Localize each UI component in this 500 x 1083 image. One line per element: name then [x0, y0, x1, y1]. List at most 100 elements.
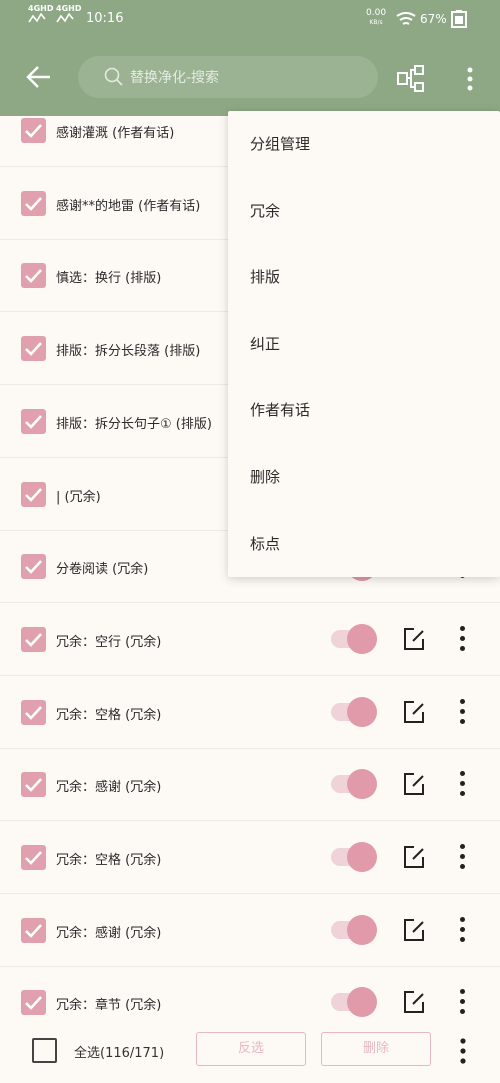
- rule-label: 冗余：空格 (冗余): [56, 707, 162, 723]
- more-dot-icon: [460, 791, 465, 797]
- more-dot-icon: [460, 635, 465, 641]
- edit-rule-button[interactable]: [402, 700, 426, 724]
- check-icon: [25, 923, 42, 938]
- select-all-checkbox[interactable]: [32, 1038, 57, 1063]
- rule-enable-toggle[interactable]: [331, 842, 377, 872]
- more-dot-icon: [460, 854, 465, 859]
- signal-label-2: 4GHD: [56, 4, 82, 13]
- search-box[interactable]: [78, 56, 378, 100]
- back-button[interactable]: [22, 60, 56, 94]
- edit-rule-button[interactable]: [402, 627, 426, 651]
- more-dot-icon: [460, 645, 465, 651]
- group-dropdown-menu: 分组管理冗余排版纠正作者有话删除标点: [228, 111, 500, 577]
- edit-rule-button[interactable]: [402, 918, 426, 942]
- rule-row[interactable]: 冗余：空行 (冗余): [0, 603, 500, 676]
- edit-icon: [404, 991, 424, 1014]
- signal-label-1: 4GHD: [28, 4, 54, 13]
- rule-checkbox[interactable]: [21, 917, 46, 943]
- rule-checkbox[interactable]: [21, 772, 46, 798]
- invert-selection-button[interactable]: 反选: [196, 1032, 306, 1066]
- menu-item[interactable]: 标点: [228, 511, 500, 577]
- rule-checkbox[interactable]: [21, 481, 46, 507]
- rule-checkbox[interactable]: [21, 263, 46, 289]
- rule-row[interactable]: 冗余：空格 (冗余): [0, 821, 500, 894]
- rule-checkbox[interactable]: [21, 408, 46, 434]
- menu-item-label: 删除: [250, 468, 281, 486]
- more-menu-button[interactable]: [460, 66, 480, 92]
- check-icon: [25, 778, 42, 793]
- check-icon: [25, 487, 42, 502]
- signal-indicator-1: 4GHD: [28, 4, 53, 25]
- menu-item-label: 分组管理: [250, 135, 311, 153]
- more-dot-icon: [460, 708, 465, 714]
- select-all-label: 全选(116/171): [74, 1046, 165, 1061]
- rule-more-button[interactable]: [457, 698, 469, 725]
- rule-label: 冗余：感谢 (冗余): [56, 925, 162, 941]
- check-icon: [25, 633, 42, 647]
- rule-checkbox[interactable]: [21, 845, 46, 870]
- more-vertical-icon: [467, 67, 473, 91]
- rule-row[interactable]: 冗余：空格 (冗余): [0, 676, 500, 749]
- rule-enable-toggle[interactable]: [331, 914, 377, 945]
- more-dot-icon: [460, 916, 465, 922]
- delete-selected-button[interactable]: 删除: [321, 1032, 431, 1066]
- edit-icon: [404, 627, 424, 650]
- check-icon: [25, 269, 42, 284]
- net-speed-value: 0.00: [366, 8, 387, 18]
- more-dot-icon: [460, 999, 465, 1005]
- check-icon: [25, 560, 42, 575]
- rule-checkbox[interactable]: [21, 990, 46, 1016]
- rule-checkbox[interactable]: [21, 699, 46, 725]
- more-dot-icon: [460, 718, 465, 724]
- rule-label: 排版：拆分长段落 (排版): [56, 344, 201, 360]
- search-icon: [104, 67, 123, 86]
- rule-checkbox[interactable]: [21, 554, 46, 580]
- status-time: 10:16: [86, 11, 124, 26]
- battery-percent: 67%: [420, 12, 447, 26]
- menu-item[interactable]: 作者有话: [228, 377, 500, 443]
- rule-more-button[interactable]: [457, 771, 469, 797]
- edit-rule-button[interactable]: [402, 845, 426, 869]
- rule-row[interactable]: 冗余：感谢 (冗余): [0, 748, 500, 822]
- rule-label: 排版：拆分长句子① (排版): [56, 416, 212, 432]
- signal-icon: [28, 12, 46, 23]
- rule-label: 感谢**的地雷 (作者有话): [56, 198, 201, 214]
- rule-more-button[interactable]: [457, 844, 469, 870]
- menu-item[interactable]: 分组管理: [228, 111, 500, 177]
- rule-checkbox[interactable]: [21, 626, 46, 652]
- menu-item[interactable]: 删除: [228, 444, 500, 510]
- rule-label: 冗余：感谢 (冗余): [56, 780, 162, 796]
- bottom-more-button[interactable]: [457, 1038, 469, 1064]
- rule-label: 冗余：空行 (冗余): [56, 634, 162, 650]
- check-icon: [25, 414, 42, 429]
- more-dot-icon: [460, 864, 465, 869]
- edit-rule-button[interactable]: [402, 772, 426, 796]
- menu-item[interactable]: 纠正: [228, 311, 500, 377]
- net-speed: 0.00 KB/s: [366, 9, 386, 27]
- rule-row[interactable]: 冗余：感谢 (冗余): [0, 894, 500, 967]
- rule-checkbox[interactable]: [21, 118, 46, 143]
- menu-item[interactable]: 排版: [228, 244, 500, 310]
- rule-more-button[interactable]: [457, 916, 469, 943]
- check-icon: [25, 851, 42, 865]
- more-dot-icon: [460, 844, 465, 849]
- group-tree-icon: [397, 65, 424, 92]
- rule-more-button[interactable]: [457, 989, 469, 1015]
- menu-item[interactable]: 冗余: [228, 178, 500, 244]
- rule-enable-toggle[interactable]: [331, 769, 377, 800]
- menu-item-label: 作者有话: [250, 401, 311, 420]
- rule-checkbox[interactable]: [21, 336, 46, 362]
- rule-enable-toggle[interactable]: [331, 987, 377, 1018]
- edit-rule-button[interactable]: [402, 990, 426, 1014]
- wifi-icon: [396, 12, 416, 25]
- menu-item-label: 排版: [250, 268, 281, 287]
- rule-enable-toggle[interactable]: [331, 696, 377, 727]
- menu-item-label: 冗余: [250, 201, 281, 220]
- rule-checkbox[interactable]: [21, 190, 46, 216]
- rule-enable-toggle[interactable]: [331, 623, 377, 654]
- more-dot-icon: [460, 1009, 465, 1015]
- edit-icon: [404, 773, 424, 796]
- rule-more-button[interactable]: [457, 625, 469, 652]
- rule-label: 慎选：换行 (排版): [56, 271, 162, 287]
- group-button[interactable]: [396, 64, 426, 94]
